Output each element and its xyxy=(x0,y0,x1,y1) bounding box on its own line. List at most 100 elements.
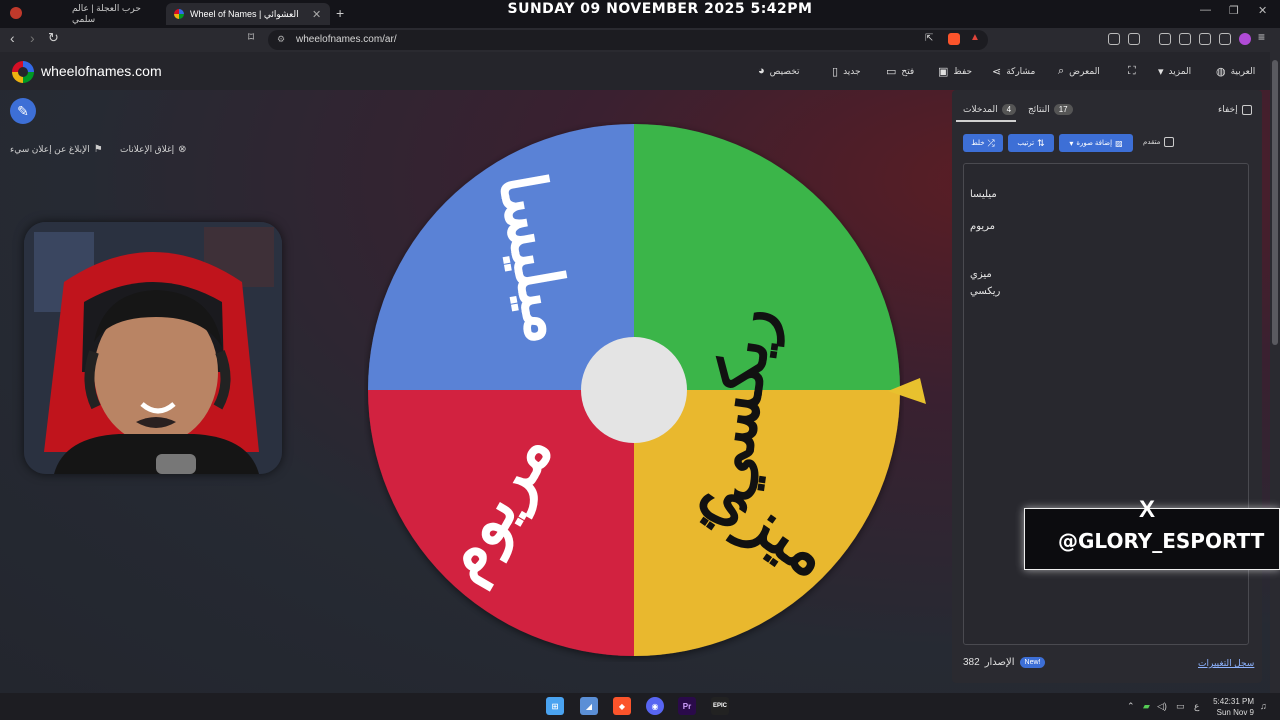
sort-button[interactable]: ترتيب ⇅ xyxy=(1008,134,1054,152)
open-button[interactable]: ▭ فتح xyxy=(886,65,914,78)
new-button[interactable]: ▯ جديد xyxy=(832,65,861,78)
entry-item: ريكسي xyxy=(970,286,1001,297)
hide-checkbox[interactable] xyxy=(1241,104,1252,115)
fullscreen-button[interactable]: ⛶ xyxy=(1128,65,1136,78)
brave-rewards-icon[interactable]: ▲ xyxy=(970,32,980,43)
tray-chevron-icon[interactable]: ⌃ xyxy=(1127,701,1135,712)
results-count-badge: 17 xyxy=(1053,104,1073,115)
volume-icon[interactable]: ◁) xyxy=(1157,701,1167,712)
file-explorer-icon[interactable]: ◢ xyxy=(580,697,598,715)
share-button[interactable]: ⋖ مشاركة xyxy=(992,65,1035,78)
edit-pencil-icon[interactable]: ✎ xyxy=(10,98,36,124)
extension-icon[interactable] xyxy=(1108,33,1120,45)
gallery-button[interactable]: ⌕ المعرض xyxy=(1058,65,1100,78)
minimize-icon[interactable]: — xyxy=(1200,4,1211,16)
discord-icon[interactable]: ◉ xyxy=(646,697,664,715)
tab-results[interactable]: النتائج 17 xyxy=(1028,104,1073,115)
site-name[interactable]: wheelofnames.com xyxy=(41,63,162,79)
sort-icon: ⇅ xyxy=(1037,137,1045,148)
add-image-label: إضافة صورة xyxy=(1076,140,1113,147)
browser-menu-icon[interactable] xyxy=(10,7,22,19)
advanced-label: متقدم xyxy=(1143,139,1161,146)
reload-icon[interactable]: ↻ xyxy=(48,30,59,46)
tray-app-icon[interactable]: ▰ xyxy=(1143,701,1150,712)
leo-ai-icon[interactable] xyxy=(1199,33,1211,45)
keyboard-language[interactable]: ع xyxy=(1194,701,1199,712)
language-label: العربية xyxy=(1230,66,1256,76)
notification-bell-icon[interactable]: ♫ xyxy=(1260,701,1267,711)
wheel-center-hub[interactable] xyxy=(581,337,687,443)
save-button[interactable]: ▣ حفظ xyxy=(938,65,972,78)
globe-icon: ◍ xyxy=(1216,66,1226,78)
share-page-icon[interactable]: ⇱ xyxy=(925,33,933,44)
scrollbar-thumb[interactable] xyxy=(1272,60,1278,345)
more-label: المزيد xyxy=(1168,66,1192,76)
wheel-favicon-icon xyxy=(174,9,184,19)
chevron-down-icon: ▾ xyxy=(1158,66,1164,78)
tab-inactive[interactable]: حرب العجلة | عالم سلمي xyxy=(64,3,164,25)
active-tab-indicator xyxy=(956,120,1016,122)
tab-active[interactable]: Wheel of Names | عجلة الاختيار العشوائي … xyxy=(166,3,330,25)
brave-browser-icon[interactable]: ◆ xyxy=(613,697,631,715)
image-icon: ▨ xyxy=(1115,138,1123,148)
tab-entries[interactable]: المدخلات 4 xyxy=(963,104,1017,115)
hide-toggle[interactable]: إخفاء xyxy=(1218,104,1252,115)
brave-shields-icon[interactable] xyxy=(948,33,960,45)
network-icon[interactable]: ▭ xyxy=(1176,701,1185,712)
windows-start-icon[interactable]: ⊞ xyxy=(546,697,564,715)
entries-textarea[interactable] xyxy=(963,163,1249,645)
close-ads-link[interactable]: إغلاق الإعلانات ⊗ xyxy=(120,144,187,155)
taskbar-clock[interactable]: 5:42:31 PM Sun Nov 9 xyxy=(1204,696,1254,718)
new-badge: New! xyxy=(1019,657,1046,668)
x-logo-icon: X xyxy=(1139,496,1156,523)
hide-label: إخفاء xyxy=(1218,104,1238,114)
clock-date: Sun Nov 9 xyxy=(1216,708,1254,717)
bookmark-icon[interactable]: ⌑ xyxy=(248,30,254,44)
entry-item: مريوم xyxy=(970,221,996,232)
shuffle-button[interactable]: خلط ⤮ xyxy=(963,134,1003,152)
clock-time: 5:42:31 PM xyxy=(1213,697,1254,706)
customize-button[interactable]: ◕ تخصيص xyxy=(758,65,800,77)
close-tab-icon[interactable]: ✕ xyxy=(312,8,321,21)
back-icon[interactable]: ‹ xyxy=(10,30,15,46)
vpn-icon[interactable] xyxy=(1219,33,1231,45)
report-ad-link[interactable]: الإبلاغ عن إعلان سيء ⚑ xyxy=(10,144,103,155)
close-window-icon[interactable]: ✕ xyxy=(1258,4,1267,17)
wheel[interactable]: ريكسي ميزي مريوم ميليسا xyxy=(364,122,904,662)
close-circle-icon: ⊗ xyxy=(178,144,187,155)
more-dropdown[interactable]: ▾ المزيد xyxy=(1158,65,1191,78)
add-image-button[interactable]: ▾ إضافة صورة ▨ xyxy=(1059,134,1133,152)
share-icon: ⋖ xyxy=(992,66,1002,78)
folder-icon: ▭ xyxy=(886,66,897,78)
wallet-icon[interactable] xyxy=(1179,33,1191,45)
advanced-checkbox[interactable] xyxy=(1164,137,1175,147)
premiere-pro-icon[interactable]: Pr xyxy=(678,697,696,715)
changelog-link[interactable]: سجل التغييرات xyxy=(1198,658,1254,669)
stream-datetime-overlay: SUNDAY 09 NOVEMBER 2025 5:42PM xyxy=(507,1,813,17)
version-info: 382 الإصدار New! xyxy=(963,657,1046,668)
flag-icon: ⚑ xyxy=(93,144,103,155)
url-text[interactable]: wheelofnames.com/ar/ xyxy=(296,34,397,45)
entries-count-badge: 4 xyxy=(1001,104,1017,115)
profile-icon[interactable] xyxy=(1239,33,1251,45)
site-info-icon[interactable]: ⚙ xyxy=(277,34,285,45)
chevron-down-icon: ▾ xyxy=(1069,138,1074,148)
hamburger-menu-icon[interactable]: ≡ xyxy=(1258,30,1265,44)
new-tab-button[interactable]: + xyxy=(336,5,344,21)
palette-icon: ◕ xyxy=(758,65,765,77)
advanced-toggle[interactable]: متقدم xyxy=(1143,137,1175,147)
close-ads-label: إغلاق الإعلانات xyxy=(120,144,175,154)
tab-label: Wheel of Names | عجلة الاختيار العشوائي xyxy=(190,8,300,19)
sidebar-icon[interactable] xyxy=(1159,33,1171,45)
forward-icon[interactable]: › xyxy=(30,30,35,46)
shuffle-icon: ⤮ xyxy=(987,137,995,148)
share-label: مشاركة xyxy=(1006,66,1036,76)
screenshot-icon[interactable] xyxy=(1128,33,1140,45)
social-handle: @GLORY_ESPORTT xyxy=(1058,529,1265,553)
entry-item: ميليسا xyxy=(970,189,997,200)
restore-icon[interactable]: ❐ xyxy=(1229,4,1239,17)
epic-games-icon[interactable]: EPIC xyxy=(711,697,729,715)
language-button[interactable]: ◍ العربية xyxy=(1216,65,1255,78)
report-ad-label: الإبلاغ عن إعلان سيء xyxy=(10,144,90,154)
gallery-label: المعرض xyxy=(1069,66,1100,76)
